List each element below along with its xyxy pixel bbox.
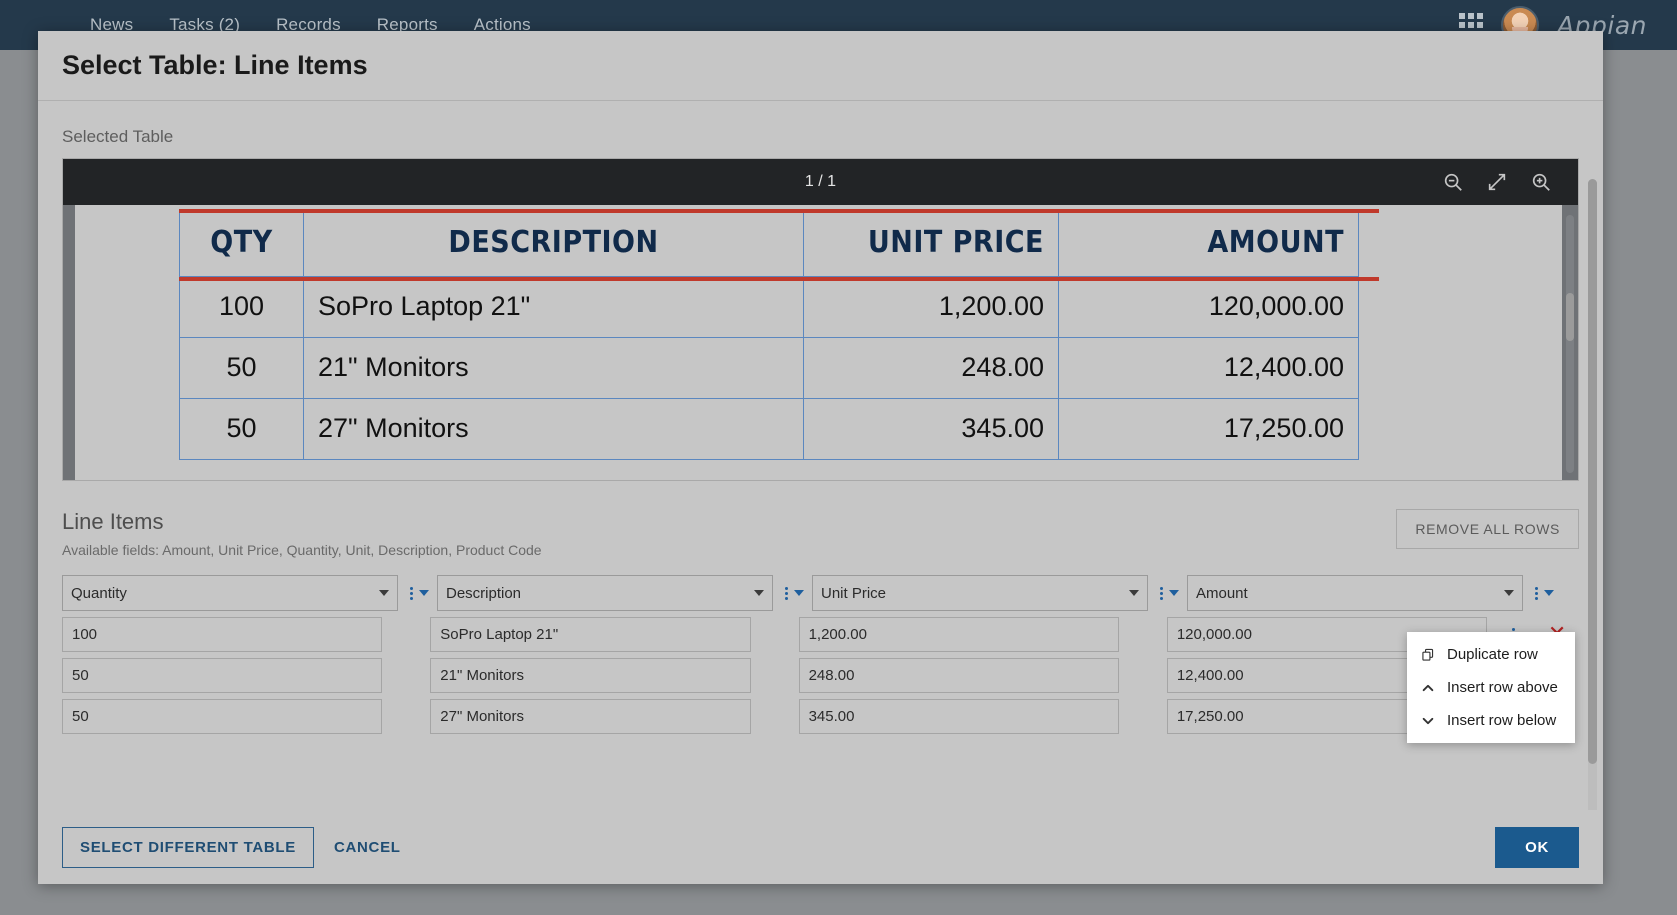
row-1-quantity-input[interactable] [62, 617, 383, 652]
select-different-table-button[interactable]: SELECT DIFFERENT TABLE [62, 826, 314, 868]
row-context-menu: Duplicate row Insert row above Insert ro… [1407, 632, 1575, 743]
menu-item-label: Insert row below [1447, 712, 1557, 729]
column-menu-amount[interactable] [1527, 586, 1562, 600]
invoice-cell-description: 27" Monitors [303, 397, 804, 460]
invoice-cell-description: 21" Monitors [303, 336, 804, 399]
row-1-description-input[interactable] [430, 617, 751, 652]
invoice-cell-qty: 50 [179, 336, 304, 399]
zoom-out-icon[interactable] [1442, 171, 1464, 193]
menu-item-insert-row-below[interactable]: Insert row below [1407, 704, 1575, 737]
menu-item-label: Duplicate row [1447, 646, 1538, 663]
kebab-icon [1160, 586, 1163, 600]
menu-item-insert-row-above[interactable]: Insert row above [1407, 671, 1575, 704]
table-row: ✕ [62, 614, 1579, 655]
row-2-quantity-input[interactable] [62, 658, 383, 693]
column-menu-unit-price[interactable] [1152, 586, 1187, 600]
invoice-cell-amount: 120,000.00 [1058, 275, 1359, 338]
dialog-title: Select Table: Line Items [62, 50, 368, 80]
column-select-description[interactable]: Description [437, 575, 773, 611]
kebab-icon [785, 586, 788, 600]
column-select-unit-price[interactable]: Unit Price [812, 575, 1148, 611]
chevron-down-icon [1169, 590, 1179, 596]
invoice-row: 50 21" Monitors 248.00 12,400.00 [179, 336, 1359, 399]
invoice-cell-amount: 12,400.00 [1058, 336, 1359, 399]
chevron-up-icon [1420, 681, 1436, 695]
invoice-row: 100 SoPro Laptop 21" 1,200.00 120,000.00 [179, 275, 1359, 338]
viewer-scrollbar[interactable] [1566, 215, 1574, 473]
invoice-header-unit-price: UNIT PRICE [803, 210, 1059, 276]
column-select-quantity[interactable]: Quantity [62, 575, 398, 611]
row-3-description-input[interactable] [430, 699, 751, 734]
invoice-table: QTY DESCRIPTION UNIT PRICE AMOUNT 100 So… [179, 210, 1359, 460]
highlight-line-top [179, 209, 1379, 213]
document-page[interactable]: QTY DESCRIPTION UNIT PRICE AMOUNT 100 So… [75, 205, 1562, 480]
viewer-toolbar: 1 / 1 [63, 159, 1578, 205]
document-viewer: 1 / 1 QTY DESCRIPTION UNIT PRICE AMOUNT … [62, 158, 1579, 481]
page-indicator: 1 / 1 [804, 173, 837, 190]
line-items-header: Line Items Available fields: Amount, Uni… [62, 509, 1579, 558]
menu-item-label: Insert row above [1447, 679, 1558, 696]
chevron-down-icon [419, 590, 429, 596]
line-items-title: Line Items [62, 509, 164, 534]
zoom-in-icon[interactable] [1530, 171, 1552, 193]
invoice-cell-unit-price: 248.00 [803, 336, 1059, 399]
column-selector-row: Quantity Description Unit Price Amount [62, 572, 1579, 614]
menu-item-duplicate-row[interactable]: Duplicate row [1407, 638, 1575, 671]
line-items-grid: Quantity Description Unit Price Amount 1… [62, 572, 1579, 743]
dialog-body: Selected Table 1 / 1 QTY DESCRIPTION UNI… [38, 101, 1603, 810]
invoice-cell-qty: 50 [179, 397, 304, 460]
invoice-header-amount: AMOUNT [1058, 210, 1359, 276]
table-row [62, 696, 1579, 737]
invoice-row: 50 27" Monitors 345.00 17,250.00 [179, 397, 1359, 460]
dialog-footer: SELECT DIFFERENT TABLE CANCEL OK [38, 810, 1603, 884]
fit-screen-icon[interactable] [1486, 171, 1508, 193]
column-select-amount[interactable]: Amount [1187, 575, 1523, 611]
dialog-scrollbar[interactable] [1588, 179, 1597, 810]
invoice-header-qty: QTY [179, 210, 304, 276]
chevron-down-icon [1420, 714, 1436, 728]
column-menu-description[interactable] [777, 586, 812, 600]
select-table-dialog: Select Table: Line Items Selected Table … [38, 31, 1603, 884]
invoice-cell-qty: 100 [179, 275, 304, 338]
selected-table-label: Selected Table [62, 127, 174, 146]
invoice-cell-description: SoPro Laptop 21" [303, 275, 804, 338]
row-2-description-input[interactable] [430, 658, 751, 693]
ok-button[interactable]: OK [1495, 826, 1579, 868]
column-menu-quantity[interactable] [402, 586, 437, 600]
row-3-unit-price-input[interactable] [798, 699, 1119, 734]
cancel-button[interactable]: CANCEL [334, 839, 401, 856]
chevron-down-icon [1544, 590, 1554, 596]
invoice-header-row: QTY DESCRIPTION UNIT PRICE AMOUNT [179, 210, 1359, 276]
highlight-line-bottom [179, 277, 1379, 281]
available-fields-text: Available fields: Amount, Unit Price, Qu… [62, 542, 542, 558]
invoice-cell-unit-price: 345.00 [803, 397, 1059, 460]
invoice-cell-unit-price: 1,200.00 [803, 275, 1059, 338]
invoice-header-description: DESCRIPTION [303, 210, 804, 276]
invoice-cell-amount: 17,250.00 [1058, 397, 1359, 460]
row-3-quantity-input[interactable] [62, 699, 383, 734]
dialog-header: Select Table: Line Items [38, 31, 1603, 101]
row-2-unit-price-input[interactable] [798, 658, 1119, 693]
remove-all-rows-button[interactable]: REMOVE ALL ROWS [1396, 509, 1579, 549]
row-1-unit-price-input[interactable] [798, 617, 1119, 652]
table-row: ✕ [62, 655, 1579, 696]
kebab-icon [1535, 586, 1538, 600]
viewer-tools [1442, 171, 1578, 193]
kebab-icon [410, 586, 413, 600]
duplicate-icon [1420, 648, 1436, 662]
chevron-down-icon [794, 590, 804, 596]
